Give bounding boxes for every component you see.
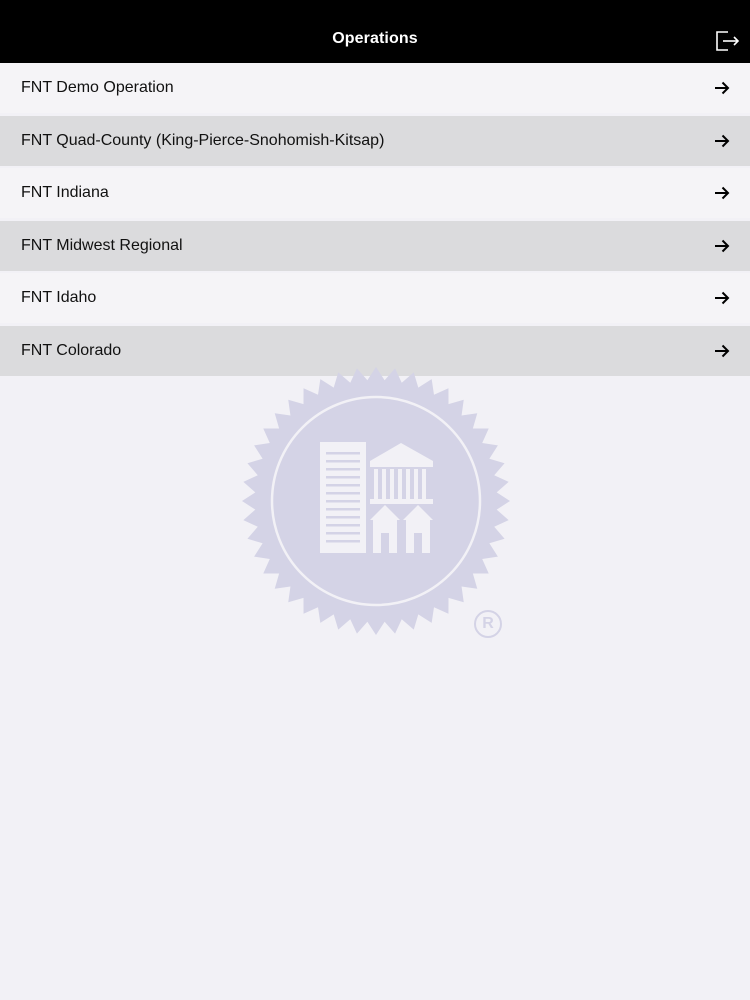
page-title: Operations <box>332 30 418 47</box>
arrow-right-icon <box>714 239 730 253</box>
operation-row[interactable]: FNT Indiana <box>0 168 750 219</box>
operation-row[interactable]: FNT Demo Operation <box>0 63 750 113</box>
operation-label: FNT Idaho <box>21 289 97 307</box>
operation-row[interactable]: FNT Quad-County (King-Pierce-Snohomish-K… <box>0 115 750 166</box>
arrow-right-icon <box>714 134 730 148</box>
operation-label: FNT Demo Operation <box>21 79 174 96</box>
registered-mark: R <box>474 610 502 638</box>
logout-icon <box>716 31 740 51</box>
seal-logo-icon <box>242 367 510 635</box>
operation-row[interactable]: FNT Idaho <box>0 273 750 324</box>
operation-label: FNT Midwest Regional <box>21 236 183 254</box>
arrow-right-icon <box>714 344 730 358</box>
operations-list: FNT Demo Operation FNT Quad-County (King… <box>0 63 750 379</box>
operation-label: FNT Indiana <box>21 184 109 202</box>
arrow-right-icon <box>714 81 730 95</box>
arrow-right-icon <box>714 291 730 305</box>
operation-label: FNT Colorado <box>21 341 122 359</box>
arrow-right-icon <box>714 186 730 200</box>
navigation-bar: Operations <box>0 0 750 63</box>
logout-button[interactable] <box>714 28 742 54</box>
operation-row[interactable]: FNT Midwest Regional <box>0 220 750 271</box>
operation-label: FNT Quad-County (King-Pierce-Snohomish-K… <box>21 131 385 149</box>
